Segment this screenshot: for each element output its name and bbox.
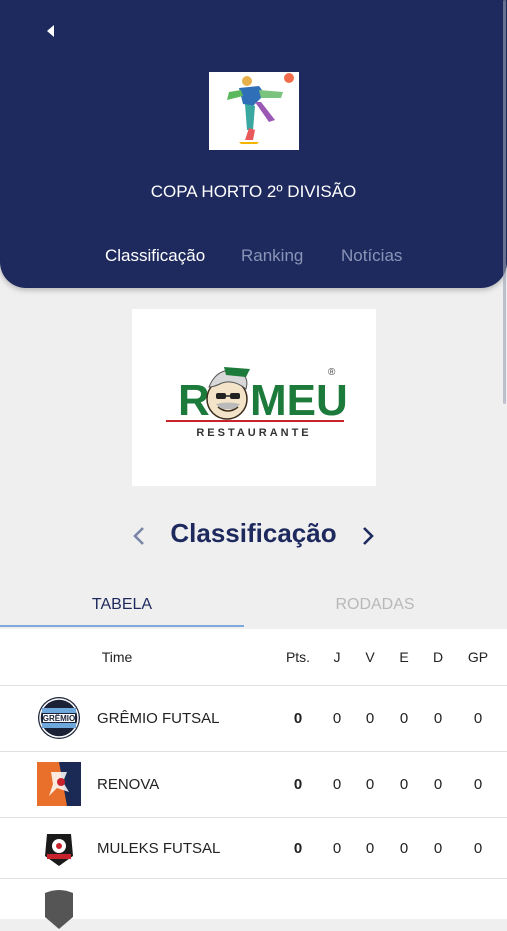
tab-classificacao[interactable]: Classificação bbox=[105, 246, 205, 266]
svg-text:MEU: MEU bbox=[250, 376, 348, 425]
cell-gp: 0 bbox=[473, 839, 483, 857]
renova-logo bbox=[37, 762, 81, 806]
table-tab-bar: TABELA RODADAS bbox=[0, 585, 507, 629]
col-header-time: Time bbox=[101, 649, 133, 665]
col-header-e: E bbox=[399, 649, 409, 665]
league-name: COPA HORTO 2º DIVISÃO bbox=[150, 182, 357, 201]
cell-pts: 0 bbox=[293, 710, 303, 727]
table-row[interactable]: RENOVA 0 0 0 0 0 0 bbox=[0, 752, 507, 818]
section-title: Classificação bbox=[170, 518, 337, 548]
league-logo bbox=[209, 72, 299, 150]
table-header-row: Time Pts. J V E D GP bbox=[0, 629, 507, 686]
cell-d: 0 bbox=[433, 839, 443, 857]
cell-v: 0 bbox=[365, 776, 375, 793]
next-section-button[interactable] bbox=[355, 522, 381, 550]
muleks-logo bbox=[37, 826, 81, 870]
cell-gp: 0 bbox=[473, 710, 483, 727]
cell-v: 0 bbox=[365, 710, 375, 727]
cell-d: 0 bbox=[433, 776, 443, 793]
standings-table: Time Pts. J V E D GP GRÊMIO GRÊMIO FUTSA… bbox=[0, 629, 507, 929]
col-header-pts: Pts. bbox=[285, 649, 311, 665]
back-arrow-icon bbox=[47, 25, 54, 37]
col-header-v: V bbox=[365, 649, 375, 665]
team-logo-partial bbox=[37, 887, 81, 931]
cell-d: 0 bbox=[433, 710, 443, 727]
col-header-d: D bbox=[432, 649, 444, 665]
cell-pts: 0 bbox=[293, 776, 303, 793]
svg-text:R: R bbox=[178, 376, 210, 425]
gremio-logo: GRÊMIO bbox=[37, 696, 81, 740]
tab-rodadas[interactable]: RODADAS bbox=[253, 585, 497, 625]
cell-j: 0 bbox=[332, 710, 342, 727]
banner-subtitle: RESTAURANTE bbox=[196, 427, 311, 439]
cell-e: 0 bbox=[399, 839, 409, 857]
team-name: RENOVA bbox=[97, 776, 160, 793]
cell-j: 0 bbox=[332, 839, 342, 857]
top-tab-bar: Classificação Ranking Notícias bbox=[0, 246, 507, 270]
cell-pts: 0 bbox=[293, 839, 303, 857]
table-row[interactable] bbox=[0, 879, 507, 929]
cell-gp: 0 bbox=[473, 776, 483, 793]
team-name: MULEKS FUTSAL bbox=[97, 839, 221, 857]
cell-j: 0 bbox=[332, 776, 342, 793]
cell-e: 0 bbox=[399, 776, 409, 793]
team-name: GRÊMIO FUTSAL bbox=[97, 710, 220, 727]
col-header-gp: GP bbox=[467, 649, 489, 665]
sponsor-banner[interactable]: R MEU ® RESTAURANTE bbox=[132, 309, 376, 486]
league-header: COPA HORTO 2º DIVISÃO Classificação Rank… bbox=[0, 0, 507, 288]
active-tab-indicator bbox=[0, 625, 244, 627]
registered-mark: ® bbox=[328, 367, 336, 378]
romeu-logo: R MEU ® RESTAURANTE bbox=[132, 309, 376, 486]
back-button[interactable] bbox=[38, 18, 64, 44]
table-row[interactable]: MULEKS FUTSAL 0 0 0 0 0 0 bbox=[0, 818, 507, 879]
cell-v: 0 bbox=[365, 839, 375, 857]
chevron-right-icon bbox=[363, 527, 374, 545]
scrollbar[interactable] bbox=[503, 0, 506, 404]
tab-tabela[interactable]: TABELA bbox=[0, 585, 244, 625]
tab-ranking[interactable]: Ranking bbox=[241, 246, 303, 266]
col-header-j: J bbox=[333, 649, 341, 665]
svg-text:GRÊMIO: GRÊMIO bbox=[43, 714, 75, 723]
cell-e: 0 bbox=[399, 710, 409, 727]
table-row[interactable]: GRÊMIO GRÊMIO FUTSAL 0 0 0 0 0 0 bbox=[0, 686, 507, 752]
tab-noticias[interactable]: Notícias bbox=[341, 246, 402, 266]
